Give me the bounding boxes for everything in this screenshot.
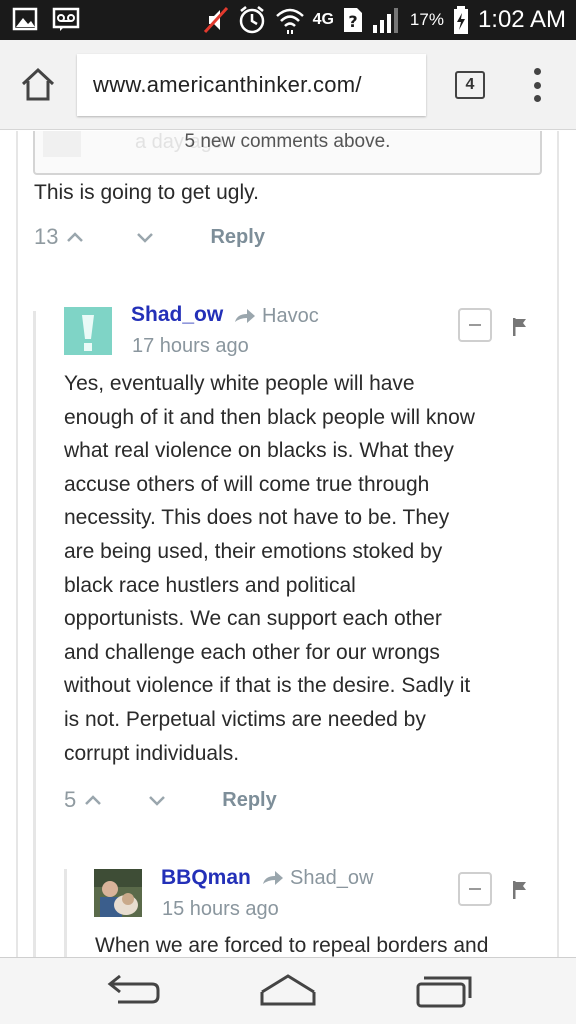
reply-to-user[interactable]: Shad_ow	[290, 867, 373, 890]
sim-unknown-icon: ?	[343, 8, 362, 32]
browser-toolbar: www.americanthinker.com/ 4	[0, 40, 576, 130]
battery-percent: 17%	[409, 10, 444, 29]
thread-border	[16, 131, 18, 957]
network-type: 4G	[312, 11, 334, 28]
vote-count: 13	[34, 224, 59, 249]
clock: 1:02 AM	[477, 6, 566, 33]
comment-line: is not. Perpetual victims are needed by	[64, 707, 426, 731]
reply-indent-rule	[64, 869, 67, 957]
downvote-icon[interactable]	[134, 226, 156, 248]
comment-line: opportunists. We can support each other	[64, 607, 442, 631]
collapse-button[interactable]	[458, 308, 492, 342]
recent-apps-icon[interactable]	[414, 970, 474, 1012]
battery-charging-icon	[453, 6, 468, 34]
comment-author[interactable]: BBQman	[161, 866, 251, 890]
comment-line: enough of it and then black people will …	[64, 405, 475, 429]
system-nav-bar	[0, 957, 576, 1024]
new-comments-label: 5 new comments above.	[184, 131, 391, 152]
comment-actions: 5 Reply	[64, 785, 277, 815]
reply-button[interactable]: Reply	[222, 789, 276, 812]
comment-body: This is going to get ugly.	[34, 181, 259, 204]
comment-line: are being used, their emotions stoked by	[64, 539, 443, 563]
downvote-icon[interactable]	[146, 789, 168, 811]
reply-arrow-icon	[263, 871, 283, 885]
tab-switcher-button[interactable]: 4	[455, 71, 485, 99]
comment-body: Yes, eventually white people will have e…	[64, 367, 475, 770]
collapse-button[interactable]	[458, 872, 492, 906]
url-text: www.americanthinker.com/	[93, 72, 362, 97]
address-bar[interactable]: www.americanthinker.com/	[77, 54, 426, 116]
signal-icon	[372, 8, 398, 33]
wifi-icon	[275, 8, 304, 34]
comment-timestamp[interactable]: 15 hours ago	[162, 898, 279, 921]
reply-to-user[interactable]: Havoc	[262, 305, 319, 328]
comment-line: what real violence on blacks is. What th…	[64, 439, 454, 463]
new-comments-banner[interactable]: a day ago 5 new comments above.	[33, 131, 542, 175]
voicemail-icon	[52, 7, 80, 31]
home-icon[interactable]	[258, 970, 318, 1012]
comment-line: accuse others of will come true through	[64, 472, 430, 496]
comment-timestamp[interactable]: 17 hours ago	[132, 335, 249, 358]
comment-line: black race hustlers and political	[64, 573, 356, 597]
comment-actions: 13 Reply	[34, 222, 265, 252]
comment-line: Yes, eventually white people will have	[64, 372, 415, 395]
status-bar: 4G ? 17% 1:02 AM	[0, 0, 576, 40]
reply-indent-rule	[33, 311, 36, 957]
comment-line: and challenge each other for our wrongs	[64, 640, 440, 664]
comment-author[interactable]: Shad_ow	[131, 303, 223, 327]
svg-text:?: ?	[348, 12, 357, 31]
screen: 4G ? 17% 1:02 AM www.americanthinker.com…	[0, 0, 576, 1024]
comment-line: without violence if that is the desire. …	[64, 674, 471, 698]
comment-body: When we are forced to repeal borders and	[95, 934, 489, 957]
flag-icon[interactable]	[511, 317, 529, 337]
back-icon[interactable]	[102, 970, 162, 1012]
comment-line: necessity. This does not have to be. The…	[64, 506, 450, 530]
upvote-icon[interactable]	[64, 226, 86, 248]
home-icon[interactable]	[18, 64, 58, 104]
reply-arrow-icon	[235, 309, 255, 323]
gallery-icon	[12, 7, 38, 31]
flag-icon[interactable]	[511, 880, 529, 900]
avatar[interactable]	[94, 869, 142, 917]
overflow-menu-icon[interactable]	[530, 68, 544, 102]
vote-count: 5	[64, 787, 77, 812]
mute-icon	[203, 6, 228, 34]
comment-line: corrupt individuals.	[64, 741, 240, 765]
avatar[interactable]	[64, 307, 112, 355]
thread-border	[557, 131, 559, 957]
comments-area[interactable]: a day ago 5 new comments above. This is …	[0, 131, 576, 957]
alarm-icon	[239, 6, 264, 34]
upvote-icon[interactable]	[82, 789, 104, 811]
reply-button[interactable]: Reply	[210, 226, 264, 249]
